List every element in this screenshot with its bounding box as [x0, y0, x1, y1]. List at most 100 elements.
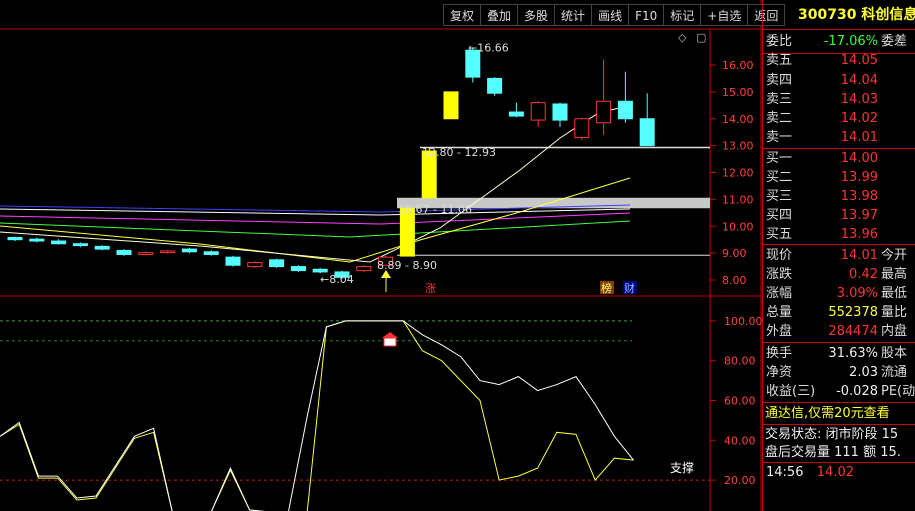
- trade-status: 交易状态: 闭市阶段 15: [765, 427, 899, 442]
- sell2-price: 14.02: [840, 111, 878, 126]
- high-label: 最高: [881, 267, 908, 282]
- overlay-button[interactable]: 叠加: [480, 4, 518, 26]
- candle-body: [181, 248, 197, 253]
- candle-body: [617, 100, 633, 120]
- candle-body: [225, 256, 241, 266]
- price-label: 现价: [766, 248, 793, 263]
- sell4-price: 14.04: [840, 73, 878, 88]
- sell1-label: 卖一: [766, 130, 793, 145]
- net-asset-label: 净资: [766, 365, 793, 380]
- candle-body: [508, 111, 524, 117]
- net-asset-row: 净资 2.03 流通: [763, 363, 915, 383]
- buy5-row[interactable]: 买五 13.96: [763, 225, 915, 245]
- ranking-marker: 榜: [601, 281, 612, 295]
- sell1-row[interactable]: 卖一 14.01: [763, 128, 915, 148]
- candle-body: [443, 91, 459, 120]
- statistics-button[interactable]: 统计: [554, 4, 592, 26]
- tick-row: 14:56 14.02: [763, 463, 915, 483]
- webi-label: 委比: [766, 34, 793, 49]
- buy2-label: 买二: [766, 170, 793, 185]
- kline-chart[interactable]: 16.00 15.00 14.00 13.00 12.00 11.00 10.00 9.00 8…: [0, 0, 762, 511]
- support-label: 支撑: [670, 460, 694, 475]
- buy3-label: 买三: [766, 189, 793, 204]
- candle-body: [51, 240, 67, 245]
- buy4-row[interactable]: 买四 13.97: [763, 206, 915, 226]
- buy3-row[interactable]: 买三 13.98: [763, 187, 915, 207]
- draw-line-button[interactable]: 画线: [591, 4, 629, 26]
- candle-body: [552, 103, 568, 121]
- stock-code: 300730: [798, 7, 857, 23]
- buy4-label: 买四: [766, 208, 793, 223]
- sell4-row[interactable]: 卖四 14.04: [763, 71, 915, 91]
- buy2-row[interactable]: 买二 13.99: [763, 168, 915, 188]
- pct-value: 3.09%: [836, 286, 878, 301]
- candle-body: [574, 118, 590, 139]
- stock-title: 300730 科创信息: [798, 4, 915, 24]
- add-watchlist-button[interactable]: +自选: [700, 4, 748, 26]
- outer-label: 外盘: [766, 324, 793, 339]
- volume-label: 总量: [766, 305, 793, 320]
- candle-body: [94, 245, 110, 250]
- candle-body: [203, 251, 219, 255]
- after-hours-volume: 盘后交易量 111 额 15.: [765, 445, 901, 460]
- gap-label: 12.80 - 12.93: [422, 146, 496, 159]
- candle-body: [72, 243, 88, 247]
- candle-body: [487, 77, 503, 94]
- buy3-price: 13.98: [840, 189, 878, 204]
- candle-body: [269, 259, 285, 268]
- pe-label: PE(动: [881, 384, 915, 399]
- stock-name: 科创信息: [861, 7, 915, 23]
- candle-body: [312, 268, 328, 273]
- sell3-row[interactable]: 卖三 14.03: [763, 90, 915, 110]
- eps-label: 收益(三): [766, 384, 816, 399]
- limit-up-marker: 涨: [425, 282, 436, 295]
- buy1-row[interactable]: 买一 14.00: [763, 149, 915, 169]
- sell5-row[interactable]: 卖五 14.05: [763, 51, 915, 71]
- multi-stock-button[interactable]: 多股: [517, 4, 555, 26]
- high-price-label: ←16.66: [468, 41, 509, 54]
- outer-row: 外盘 284474 内盘: [763, 322, 915, 342]
- restore-rights-button[interactable]: 复权: [443, 4, 481, 26]
- webi-row: 委比 -17.06% 委差: [763, 32, 915, 52]
- price-value: 14.01: [840, 248, 878, 263]
- candle-body: [160, 250, 176, 254]
- turnover-row: 换手 31.63% 股本: [763, 344, 915, 364]
- turnover-label: 换手: [766, 346, 793, 361]
- volume-ratio-label: 量比: [881, 305, 908, 320]
- price-tick-label: 11.00: [722, 193, 754, 206]
- candle-body: [138, 252, 154, 255]
- house-icon: [383, 337, 397, 347]
- price-tick-label: 10.00: [722, 220, 754, 233]
- buy5-price: 13.96: [840, 227, 878, 242]
- mark-button[interactable]: 标记: [663, 4, 701, 26]
- candle-body: [290, 266, 306, 272]
- buy5-label: 买五: [766, 227, 793, 242]
- volume-row: 总量 552378 量比: [763, 303, 915, 323]
- float-label: 流通: [881, 365, 908, 380]
- shares-label: 股本: [881, 346, 908, 361]
- divider: [763, 342, 915, 343]
- sell3-price: 14.03: [840, 92, 878, 107]
- price-row: 现价 14.01 今开: [763, 246, 915, 266]
- price-tick-label: 9.00: [722, 247, 747, 260]
- net-asset-value: 2.03: [849, 365, 878, 380]
- volume-value: 552378: [828, 305, 878, 320]
- change-value: 0.42: [849, 267, 878, 282]
- price-tick-label: 14.00: [722, 113, 754, 126]
- tick-price: 14.02: [816, 465, 854, 480]
- outer-value: 284474: [828, 324, 878, 339]
- price-tick-label: 16.00: [722, 59, 754, 72]
- sell5-label: 卖五: [766, 53, 793, 68]
- eps-row: 收益(三) -0.028 PE(动: [763, 382, 915, 402]
- sell2-row[interactable]: 卖二 14.02: [763, 109, 915, 129]
- price-tick-label: 8.00: [722, 274, 747, 287]
- indicator-tick-label: 60.00: [724, 394, 756, 407]
- candle-body: [639, 118, 655, 147]
- buy4-price: 13.97: [840, 208, 878, 223]
- candle-body: [116, 249, 132, 255]
- ad-link[interactable]: 通达信,仅需20元查看: [765, 404, 915, 424]
- candle-body: [530, 102, 546, 121]
- sell3-label: 卖三: [766, 92, 793, 107]
- candle-body: [7, 237, 23, 241]
- f10-button[interactable]: F10: [628, 4, 664, 26]
